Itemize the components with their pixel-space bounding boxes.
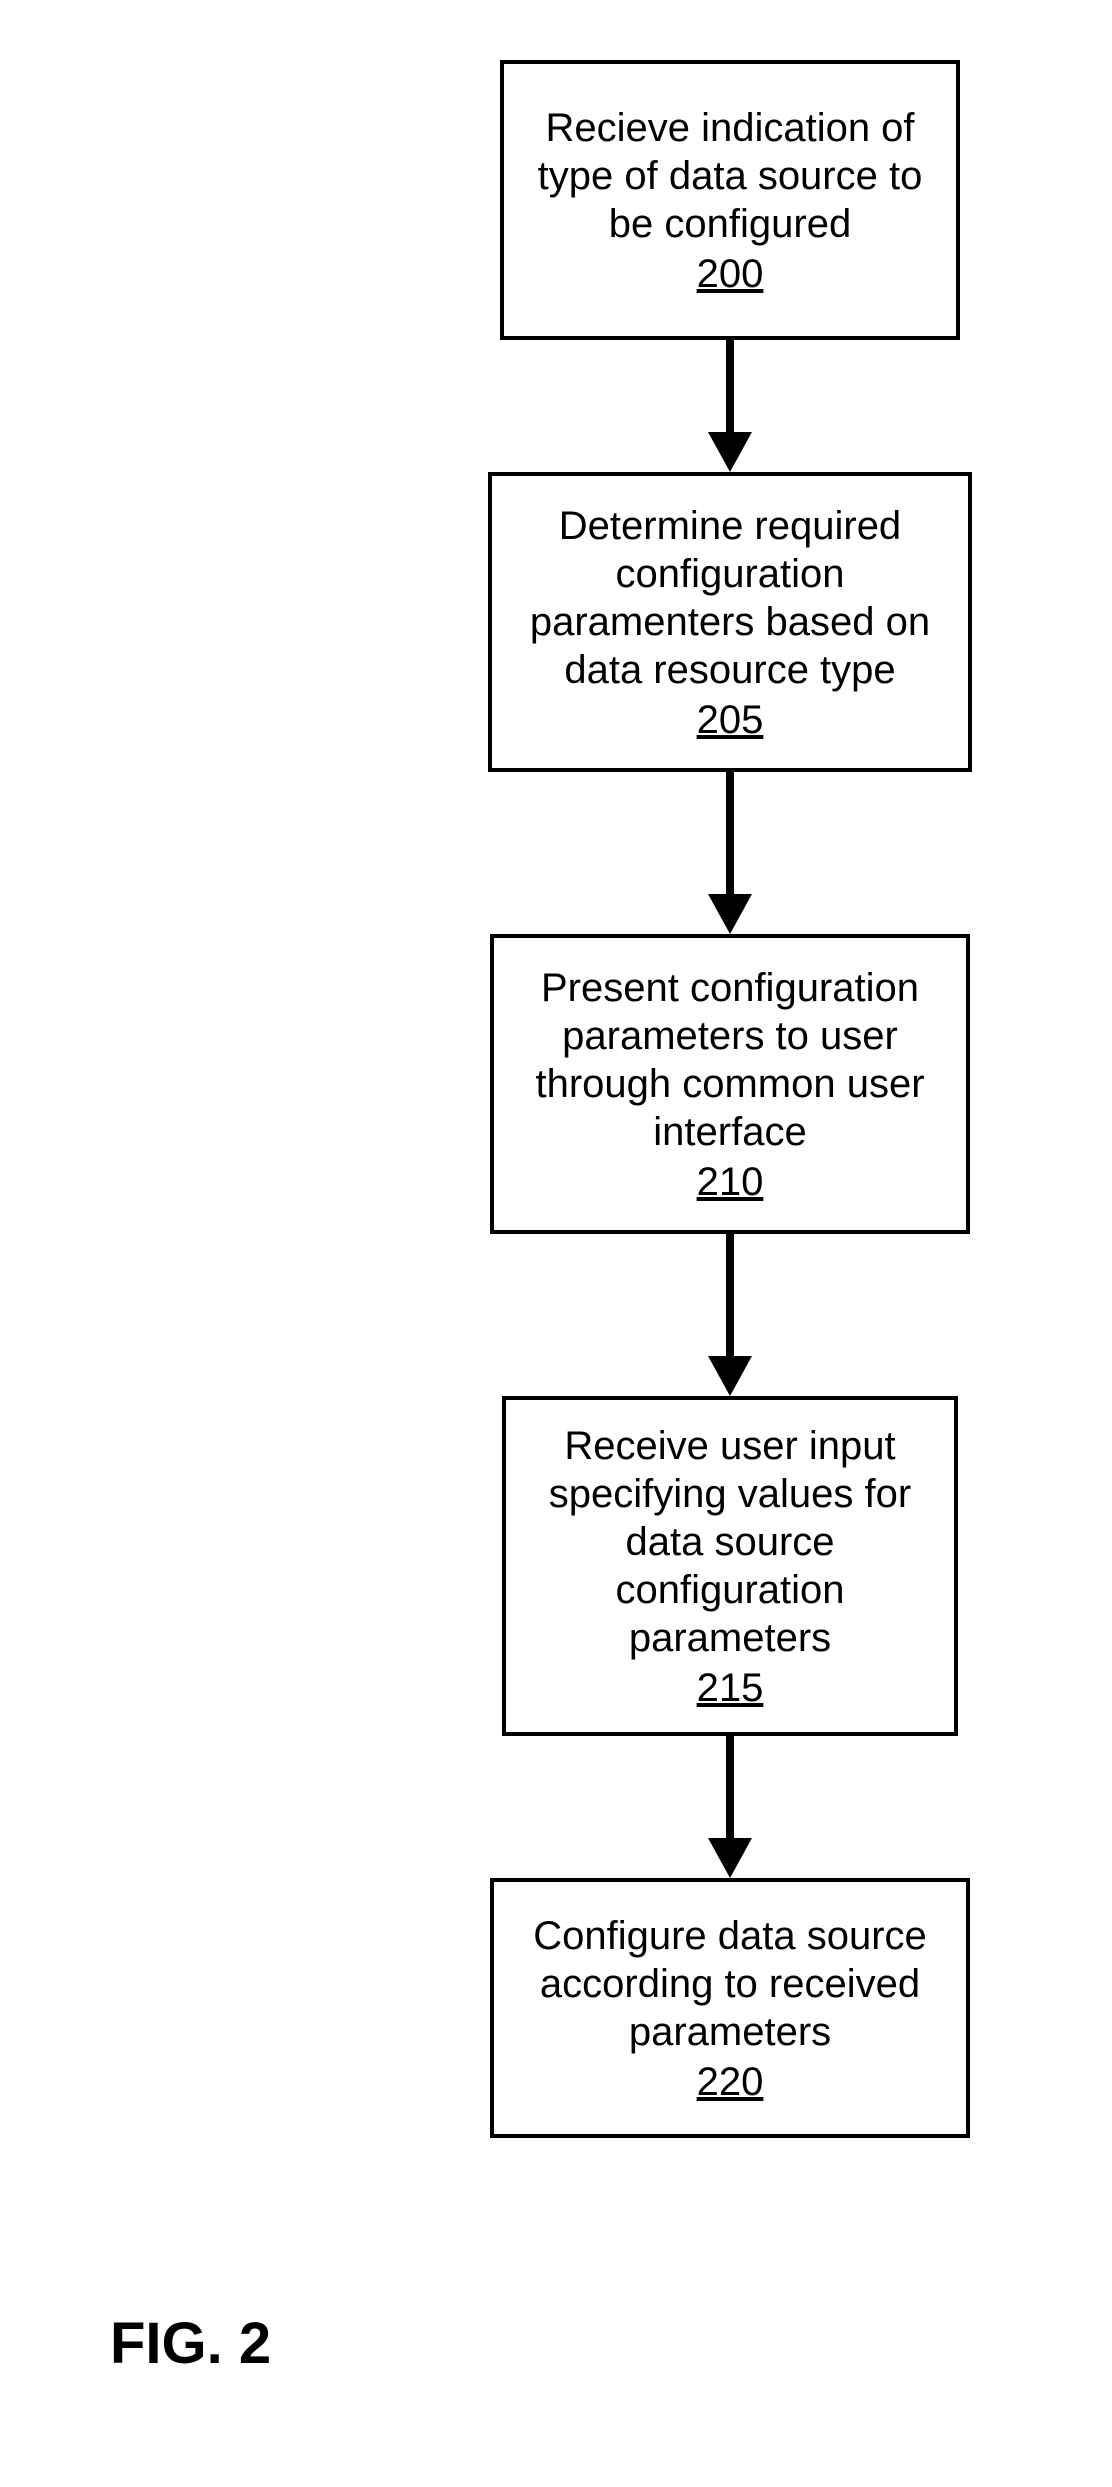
flow-step-ref: 205 (697, 698, 764, 743)
flow-step-220: Configure data source according to recei… (490, 1878, 970, 2138)
flow-step-text: Present configuration parameters to user… (514, 964, 946, 1156)
figure-caption: FIG. 2 (110, 2310, 271, 2377)
flow-arrow (726, 1736, 734, 1846)
arrow-down-icon (708, 894, 752, 934)
flow-step-text: Recieve indication of type of data sourc… (524, 104, 936, 248)
flow-step-text: Configure data source according to recei… (514, 1912, 946, 2056)
flow-arrow (726, 772, 734, 902)
flow-arrow (726, 1234, 734, 1364)
flow-step-205: Determine required configuration paramen… (488, 472, 972, 772)
flow-step-215: Receive user input specifying values for… (502, 1396, 958, 1736)
flow-step-ref: 220 (697, 2060, 764, 2105)
flow-arrow (726, 340, 734, 440)
flow-step-210: Present configuration parameters to user… (490, 934, 970, 1234)
flow-step-text: Determine required configuration paramen… (512, 502, 948, 694)
arrow-down-icon (708, 432, 752, 472)
flow-step-200: Recieve indication of type of data sourc… (500, 60, 960, 340)
arrow-down-icon (708, 1356, 752, 1396)
flow-step-text: Receive user input specifying values for… (526, 1422, 934, 1662)
flow-step-ref: 210 (697, 1160, 764, 1205)
flow-step-ref: 200 (697, 252, 764, 297)
arrow-down-icon (708, 1838, 752, 1878)
flow-step-ref: 215 (697, 1666, 764, 1711)
